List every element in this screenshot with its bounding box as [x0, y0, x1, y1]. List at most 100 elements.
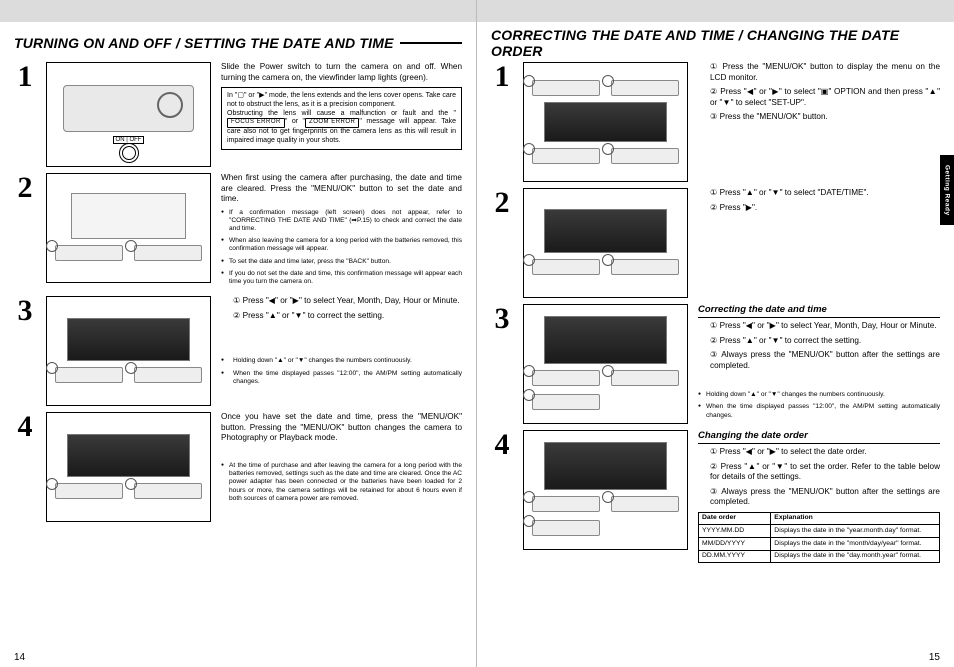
step-figure: ON | OFF — [46, 62, 211, 167]
dpad-lr-icon — [55, 367, 122, 383]
dpad-r-icon — [611, 259, 678, 275]
footnote: To set the date and time later, press th… — [221, 258, 462, 266]
step-figure — [523, 188, 688, 298]
step-text: ① Press the "MENU/OK" button to display … — [698, 62, 940, 127]
camera-illustration — [63, 85, 193, 132]
dpad-icon — [532, 496, 599, 512]
step-text: ① Press "▲" or "▼" to select "DATE/TIME"… — [698, 188, 940, 217]
table-cell: Displays the date in the "year.month.day… — [771, 525, 940, 538]
page-title-right: CORRECTING THE DATE AND TIME / CHANGING … — [491, 27, 934, 59]
dpad-icon — [532, 520, 599, 536]
enum-line: ② Press "◀" or "▶" to select "▣" OPTION … — [698, 87, 940, 108]
step-body: When first using the camera after purcha… — [221, 173, 462, 205]
lcd-screen — [67, 318, 189, 361]
enum-line: ③ Always press the "MENU/OK" button afte… — [698, 487, 940, 508]
enum-line: ① Press "◀" or "▶" to select Year, Month… — [221, 296, 462, 307]
focus-error-pill: FOCUS ERROR — [227, 118, 285, 128]
table-header: Explanation — [771, 512, 940, 525]
step-body: Once you have set the date and time, pre… — [221, 412, 462, 444]
footnotes: If a confirmation message (left screen) … — [221, 209, 462, 287]
dpad-icon — [611, 370, 678, 386]
lens-icon — [157, 92, 183, 118]
lcd-blank — [71, 193, 185, 238]
content-left: 1 ON | OFF Slide the Power switch to tur… — [14, 62, 462, 522]
footnotes: Holding down "▲" or "▼" changes the numb… — [221, 357, 462, 386]
enum-line: ② Press "▶". — [698, 203, 940, 214]
table-row: MM/DD/YYYY Displays the date in the "mon… — [699, 538, 940, 551]
enum-line: ① Press "◀" or "▶" to select Year, Month… — [698, 321, 940, 332]
menu-ok-button-icon — [134, 245, 201, 261]
dpad-icon — [611, 148, 678, 164]
step-2-left: 2 When first using the camera after purc… — [14, 173, 462, 290]
enum-line: ① Press "▲" or "▼" to select "DATE/TIME"… — [698, 188, 940, 199]
back-button-icon — [55, 245, 122, 261]
footnote: When also leaving the camera for a long … — [221, 237, 462, 253]
enum-line: ② Press "▲" or "▼" to set the order. Ref… — [698, 462, 940, 483]
enum-line: ③ Always press the "MENU/OK" button afte… — [698, 350, 940, 371]
step-figure — [46, 412, 211, 522]
title-bar-right: CORRECTING THE DATE AND TIME / CHANGING … — [491, 30, 940, 56]
step-text: Slide the Power switch to turn the camer… — [221, 62, 462, 150]
enum-line: ② Press "▲" or "▼" to correct the settin… — [698, 336, 940, 347]
table-cell: DD.MM.YYYY — [699, 550, 771, 563]
lcd-screen — [544, 209, 666, 252]
step-3-right: 3 Correcting the date and time ① Press "… — [491, 304, 940, 424]
footnotes: Holding down "▲" or "▼" changes the numb… — [698, 391, 940, 420]
page-left: TURNING ON AND OFF / SETTING THE DATE AN… — [0, 0, 477, 667]
step-number: 2 — [14, 173, 36, 203]
dpad-icon — [532, 148, 599, 164]
footnote: At the time of purchase and after leavin… — [221, 462, 462, 503]
page-spread: TURNING ON AND OFF / SETTING THE DATE AN… — [0, 0, 954, 667]
date-order-table: Date order Explanation YYYY.MM.DD Displa… — [698, 512, 940, 564]
dpad-icon — [532, 80, 599, 96]
enum-line: ① Press "◀" or "▶" to select the date or… — [698, 447, 940, 458]
table-cell: YYYY.MM.DD — [699, 525, 771, 538]
step-4-left: 4 Once you have set the date and time, p… — [14, 412, 462, 522]
footnote: If you do not set the date and time, thi… — [221, 270, 462, 286]
flash-icon — [122, 146, 136, 160]
dpad-icon — [611, 496, 678, 512]
title-rule — [400, 42, 462, 44]
dpad-icon — [532, 370, 599, 386]
subheading: Correcting the date and time — [698, 304, 940, 318]
enum-line: ③ Press the "MENU/OK" button. — [698, 112, 940, 123]
step-figure — [46, 173, 211, 283]
step-body: Slide the Power switch to turn the camer… — [221, 62, 462, 83]
step-text: Changing the date order ① Press "◀" or "… — [698, 430, 940, 563]
step-4-right: 4 Changing the date order ① Press "◀" or… — [491, 430, 940, 563]
dpad-icon — [532, 394, 599, 410]
menu-ok-button-icon — [134, 483, 201, 499]
caution-note: In "▢" or "▶" mode, the lens extends and… — [221, 87, 462, 150]
enum-line: ① Press the "MENU/OK" button to display … — [698, 62, 940, 83]
page-title-left: TURNING ON AND OFF / SETTING THE DATE AN… — [14, 35, 394, 51]
step-1-right: 1 ① Press the "MENU/OK" button to displa… — [491, 62, 940, 182]
step-figure — [523, 304, 688, 424]
dpad-ud-icon — [532, 259, 599, 275]
lcd-screen — [544, 102, 666, 142]
step-figure — [523, 430, 688, 550]
table-cell: MM/DD/YYYY — [699, 538, 771, 551]
page-number-right: 15 — [929, 652, 940, 663]
step-text: Correcting the date and time ① Press "◀"… — [698, 304, 940, 424]
top-grey-band — [0, 0, 476, 22]
step-figure — [523, 62, 688, 182]
step-number: 4 — [14, 412, 36, 442]
step-number: 4 — [491, 430, 513, 460]
page-right: Getting Ready CORRECTING THE DATE AND TI… — [477, 0, 954, 667]
step-figure — [46, 296, 211, 406]
section-tab: Getting Ready — [940, 155, 954, 225]
back-button-icon — [55, 483, 122, 499]
lcd-screen — [544, 442, 666, 489]
step-3-left: 3 ① Press "◀" or "▶" to select Year, Mon… — [14, 296, 462, 406]
step-1-left: 1 ON | OFF Slide the Power switch to tur… — [14, 62, 462, 167]
table-row: YYYY.MM.DD Displays the date in the "yea… — [699, 525, 940, 538]
content-right: 1 ① Press the "MENU/OK" button to displa… — [491, 62, 940, 563]
footnote: When the time displayed passes "12:00", … — [698, 403, 940, 419]
step-text: Once you have set the date and time, pre… — [221, 412, 462, 507]
page-number-left: 14 — [14, 652, 25, 663]
step-number: 3 — [491, 304, 513, 334]
zoom-error-pill: ZOOM ERROR — [305, 118, 359, 128]
enum-line: ② Press "▲" or "▼" to correct the settin… — [221, 311, 462, 322]
footnote: Holding down "▲" or "▼" changes the numb… — [698, 391, 940, 399]
footnote: Holding down "▲" or "▼" changes the numb… — [221, 357, 462, 365]
